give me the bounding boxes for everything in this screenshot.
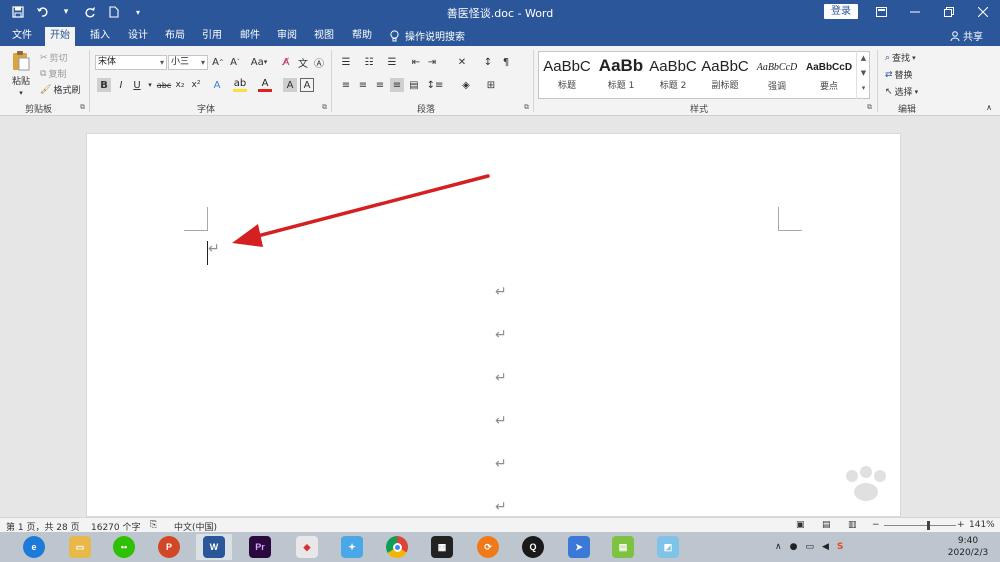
bird-app-icon[interactable]: ✦ <box>334 534 370 560</box>
word-icon[interactable]: W <box>196 534 232 560</box>
chrome-icon[interactable] <box>379 534 415 560</box>
clock-date: 2020/2/3 <box>947 548 989 558</box>
qq-icon[interactable]: Q <box>515 534 551 560</box>
zoom-level[interactable]: 141% <box>969 520 995 530</box>
annotation-arrow <box>232 174 490 247</box>
network-icon[interactable]: ▭ <box>805 542 814 552</box>
ime-icon[interactable]: S <box>837 542 843 552</box>
notepad-icon[interactable]: ▤ <box>605 534 641 560</box>
print-layout-icon[interactable]: ▤ <box>822 520 831 530</box>
zoom-slider-thumb[interactable] <box>927 521 930 530</box>
wechat-icon[interactable]: •• <box>106 534 142 560</box>
video-editor-icon[interactable]: ▦ <box>424 534 460 560</box>
app-icon-2[interactable]: ⟳ <box>470 534 506 560</box>
zoom-in-icon[interactable]: + <box>957 520 965 530</box>
clock-time: 9:40 <box>957 536 979 546</box>
volume-icon[interactable]: ◀ <box>822 542 829 552</box>
app-icon-3[interactable]: ➤ <box>561 534 597 560</box>
powerpoint-icon[interactable]: P <box>151 534 187 560</box>
zoom-out-icon[interactable]: − <box>872 520 880 530</box>
clock[interactable]: 9:40 2020/2/3 <box>944 535 992 559</box>
app-icon-4[interactable]: ◩ <box>650 534 686 560</box>
premiere-icon[interactable]: Pr <box>242 534 278 560</box>
proofing-icon[interactable]: ⎘ <box>150 520 157 530</box>
tray-arrow-icon[interactable]: ∧ <box>775 542 782 552</box>
taskbar: e ▭ •• P W Pr ◆ ✦ ▦ ⟳ Q ➤ ▤ ◩ ∧ ● ▭ ◀ S … <box>0 532 1000 562</box>
zoom-slider[interactable] <box>884 525 956 526</box>
qq-tray-icon[interactable]: ● <box>790 542 798 552</box>
app-icon[interactable]: ◆ <box>289 534 325 560</box>
read-mode-icon[interactable]: ▣ <box>796 520 805 530</box>
status-bar: 第 1 页，共 28 页 16270 个字 ⎘ 中文(中国) ▣ ▤ ▥ − +… <box>0 517 1000 533</box>
browser-icon[interactable]: e <box>16 534 52 560</box>
web-layout-icon[interactable]: ▥ <box>848 520 857 530</box>
file-explorer-icon[interactable]: ▭ <box>62 534 98 560</box>
system-tray: ∧ ● ▭ ◀ S <box>775 532 851 562</box>
